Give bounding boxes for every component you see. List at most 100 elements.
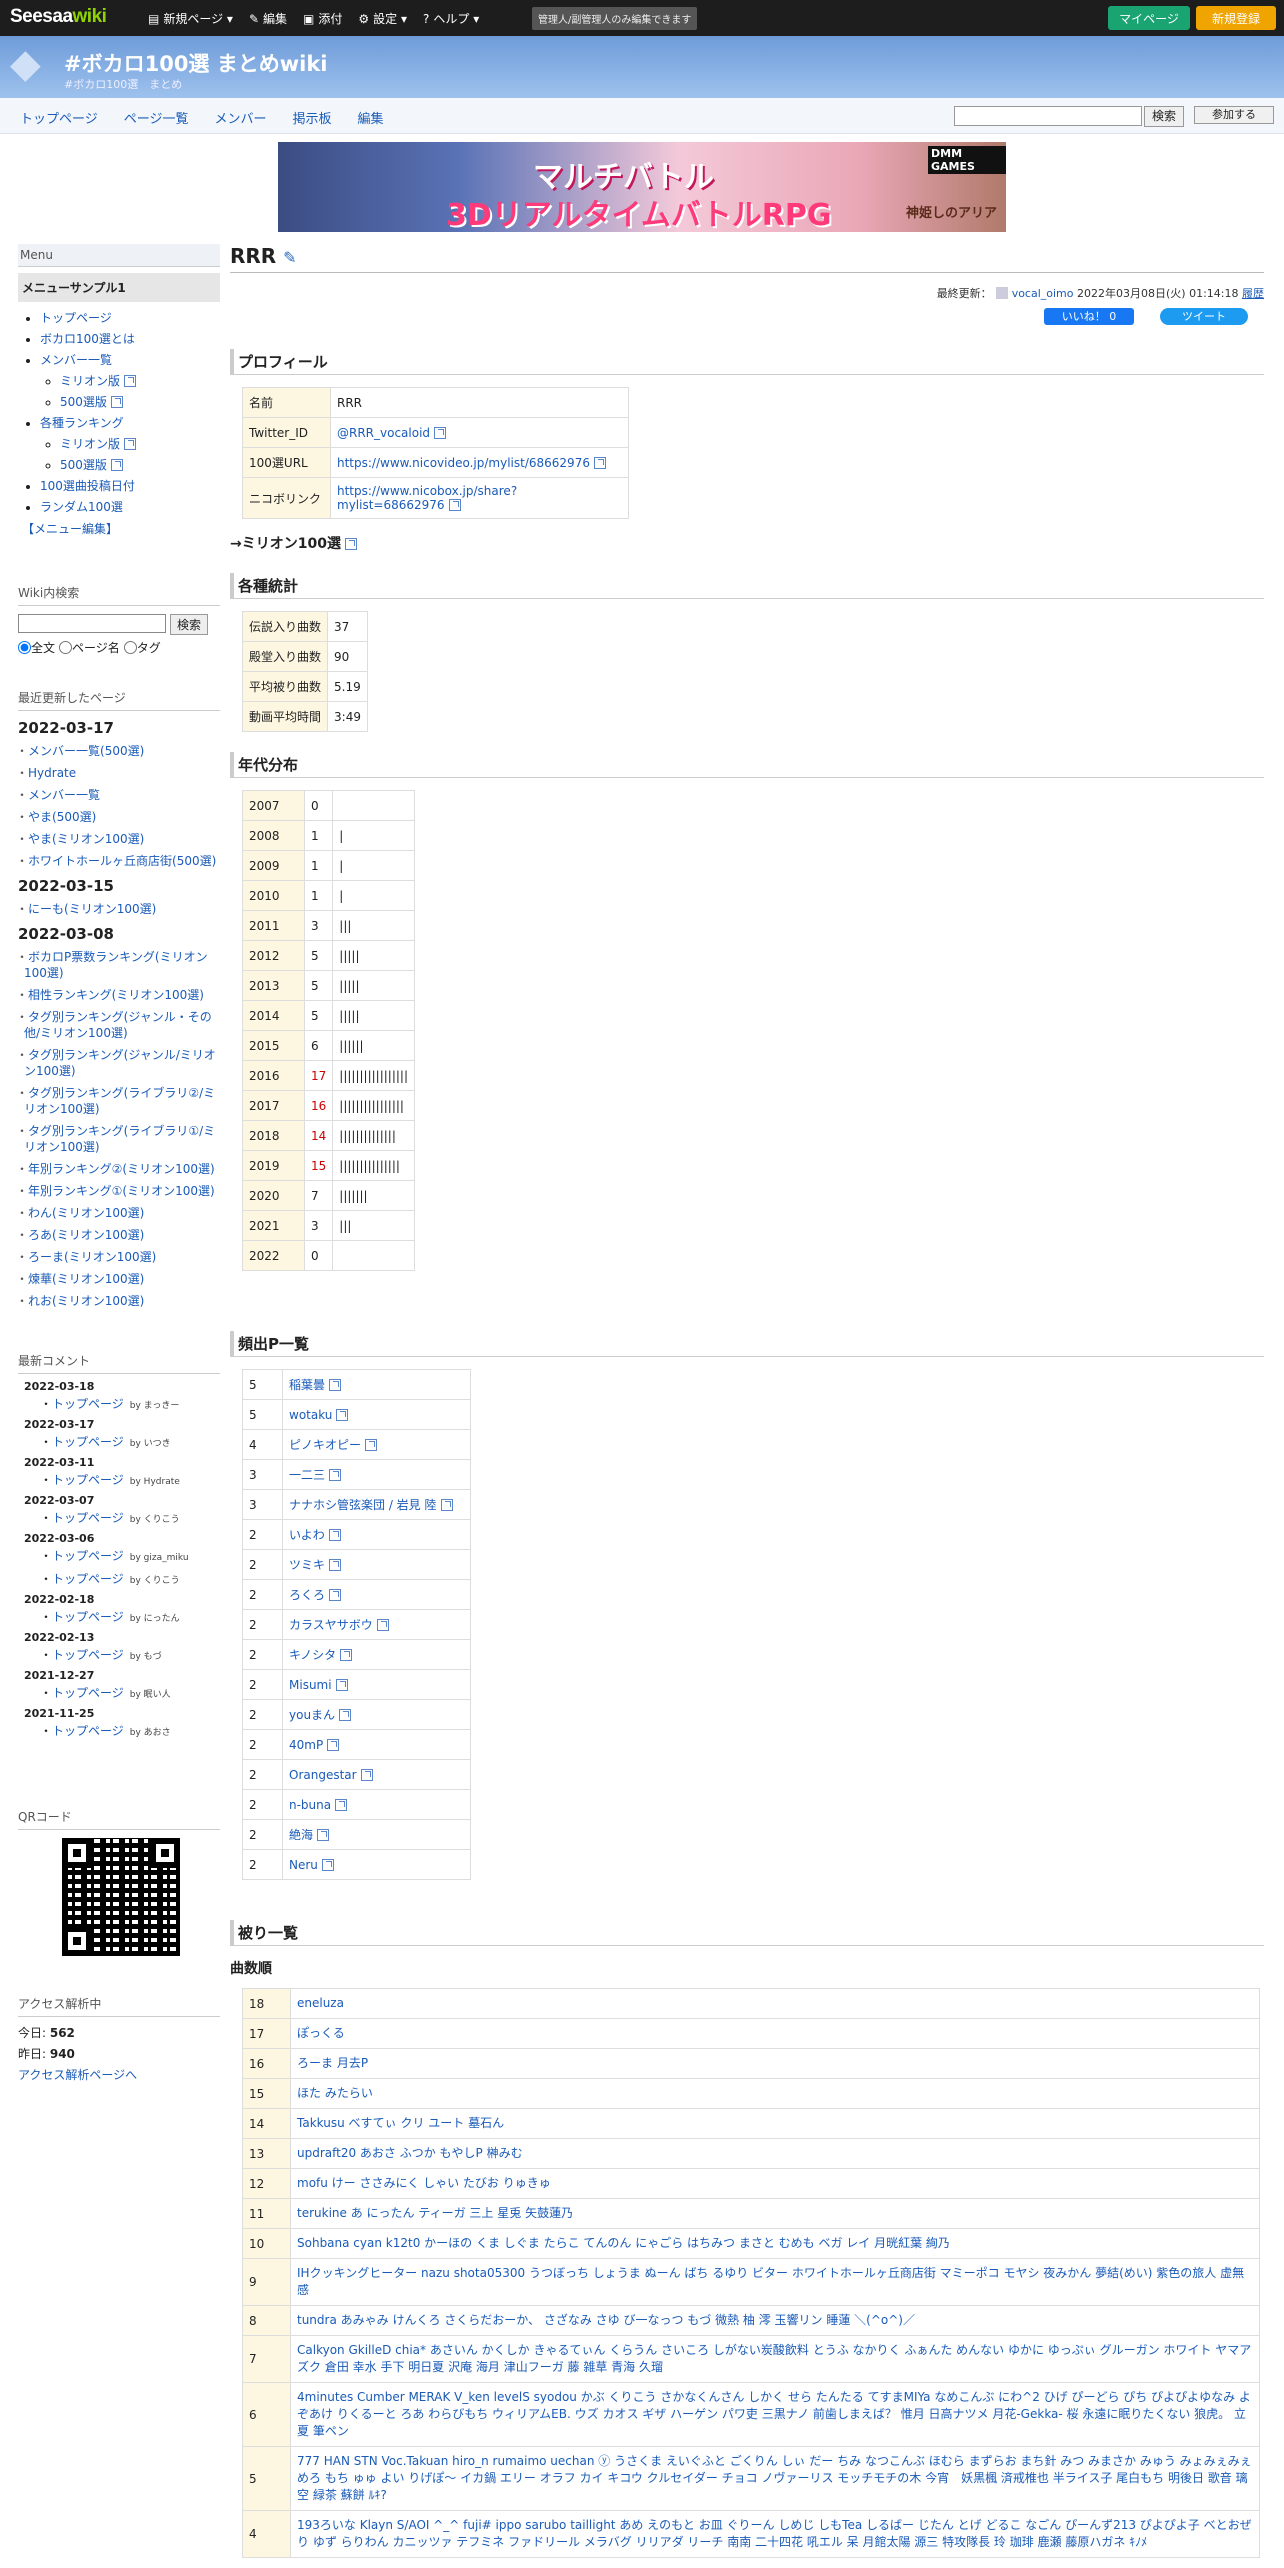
join-button[interactable]: 参加する — [1194, 106, 1274, 124]
wiki-search-input[interactable] — [18, 614, 166, 633]
overlap-member-links[interactable]: updraft20 あおさ ふつか もやしP 榊みむ — [297, 2146, 523, 2160]
producer-link[interactable]: 稲葉曇 — [289, 1378, 325, 1392]
nav-item[interactable]: ページ一覧 — [124, 108, 189, 127]
overlap-member-links[interactable]: 4minutes Cumber MERAK V_ken levelS syodo… — [297, 2390, 1251, 2438]
recent-item[interactable]: タグ別ランキング(ジャンル・その他/ミリオン100選) — [24, 1009, 220, 1041]
menu-item[interactable]: ミリオン版 — [60, 371, 220, 392]
menu-link[interactable]: トップページ — [40, 311, 112, 325]
recent-link[interactable]: ろあ(ミリオン100選) — [28, 1228, 144, 1242]
menu-item[interactable]: メンバー一覧 — [40, 350, 220, 371]
recent-item[interactable]: 年別ランキング①(ミリオン100選) — [24, 1183, 220, 1199]
comment-link[interactable]: トップページ — [52, 1397, 124, 1411]
recent-link[interactable]: 相性ランキング(ミリオン100選) — [28, 988, 204, 1002]
recent-item[interactable]: タグ別ランキング(ライブラリ①/ミリオン100選) — [24, 1123, 220, 1155]
overlap-member-links[interactable]: tundra あみゃみ けんくろ さくらだおーか、 さざなみ さゆ び一なっつ … — [297, 2313, 915, 2327]
recent-link[interactable]: ろーま(ミリオン100選) — [28, 1250, 156, 1264]
menu-link[interactable]: ボカロ100選とは — [40, 332, 135, 346]
comment-link[interactable]: トップページ — [52, 1610, 124, 1624]
search-scope-radio[interactable]: タグ — [123, 641, 161, 655]
overlap-member-links[interactable]: ほた みたらい — [297, 2086, 373, 2100]
recent-item[interactable]: タグ別ランキング(ジャンル/ミリオン100選) — [24, 1047, 220, 1079]
settings-menu[interactable]: ⚙ 設定 ▾ — [358, 10, 407, 27]
profile-link[interactable]: @RRR_vocaloid — [337, 426, 430, 440]
ad-banner[interactable]: マルチバトル 3DリアルタイムバトルRPG DMM GAMES 神姫しのアリア — [278, 142, 1006, 232]
menu-item[interactable]: 500選版 — [60, 392, 220, 413]
nav-item[interactable]: 編集 — [358, 108, 384, 127]
recent-item[interactable]: 年別ランキング②(ミリオン100選) — [24, 1161, 220, 1177]
nav-search-button[interactable]: 検索 — [1144, 106, 1184, 127]
recent-link[interactable]: にーも(ミリオン100選) — [28, 902, 156, 916]
recent-link[interactable]: れお(ミリオン100選) — [28, 1294, 144, 1308]
recent-link[interactable]: メンバー一覧 — [28, 788, 100, 802]
recent-item[interactable]: タグ別ランキング(ライブラリ②/ミリオン100選) — [24, 1085, 220, 1117]
producer-link[interactable]: 一二三 — [289, 1468, 325, 1482]
producer-link[interactable]: カラスヤサボウ — [289, 1618, 373, 1632]
producer-link[interactable]: ろくろ — [289, 1588, 325, 1602]
recent-link[interactable]: わん(ミリオン100選) — [28, 1206, 144, 1220]
recent-item[interactable]: 相性ランキング(ミリオン100選) — [24, 987, 220, 1003]
producer-link[interactable]: ツミキ — [289, 1558, 325, 1572]
producer-link[interactable]: キノシタ — [289, 1648, 336, 1662]
history-link[interactable]: 履歴 — [1242, 287, 1264, 300]
menu-link[interactable]: メンバー一覧 — [40, 353, 112, 367]
menu-item[interactable]: トップページ — [40, 308, 220, 329]
overlap-member-links[interactable]: ぽっくる — [297, 2026, 345, 2040]
overlap-member-links[interactable]: eneluza — [297, 1996, 344, 2010]
menu-link[interactable]: 各種ランキング — [40, 416, 124, 430]
recent-item[interactable]: ボカロP票数ランキング(ミリオン100選) — [24, 949, 220, 981]
menu-link[interactable]: ランダム100選 — [40, 500, 123, 514]
profile-link[interactable]: https://www.nicobox.jp/share?mylist=6866… — [337, 484, 517, 512]
comment-link[interactable]: トップページ — [52, 1648, 124, 1662]
mypage-button[interactable]: マイページ — [1108, 6, 1190, 30]
facebook-like-button[interactable]: いいね！ 0 — [1044, 308, 1134, 325]
nav-item[interactable]: メンバー — [215, 108, 267, 127]
overlap-member-links[interactable]: terukine あ にったん ティーガ 三上 星兎 矢鼓蓮乃 — [297, 2206, 573, 2220]
edit-menu[interactable]: ✎ 編集 — [249, 10, 287, 27]
wiki-title[interactable]: #ボカロ100選 まとめwiki — [64, 48, 328, 78]
recent-link[interactable]: タグ別ランキング(ジャンル/ミリオン100選) — [24, 1048, 216, 1078]
recent-item[interactable]: ろあ(ミリオン100選) — [24, 1227, 220, 1243]
tweet-button[interactable]: ツイート — [1160, 308, 1248, 325]
menu-link[interactable]: 500選版 — [60, 395, 107, 409]
recent-item[interactable]: ホワイトホールヶ丘商店街(500選) — [24, 853, 220, 869]
menu-link[interactable]: ミリオン版 — [60, 437, 120, 451]
wiki-search-button[interactable]: 検索 — [170, 614, 209, 635]
search-scope-radio[interactable]: 全文 — [18, 641, 55, 655]
overlap-member-links[interactable]: IHクッキングヒーター nazu shota05300 うつぼっち しょうま ぬ… — [297, 2266, 1244, 2297]
site-logo[interactable]: Seesaawiki — [10, 6, 107, 28]
recent-item[interactable]: 煉華(ミリオン100選) — [24, 1271, 220, 1287]
comment-link[interactable]: トップページ — [52, 1511, 124, 1525]
recent-item[interactable]: れお(ミリオン100選) — [24, 1293, 220, 1309]
recent-link[interactable]: タグ別ランキング(ライブラリ①/ミリオン100選) — [24, 1124, 215, 1154]
menu-item[interactable]: 500選版 — [60, 455, 220, 476]
recent-link[interactable]: メンバー一覧(500選) — [28, 744, 144, 758]
nav-search-input[interactable] — [954, 106, 1142, 126]
comment-link[interactable]: トップページ — [52, 1686, 124, 1700]
menu-item[interactable]: ボカロ100選とは — [40, 329, 220, 350]
signup-button[interactable]: 新規登録 — [1196, 6, 1276, 30]
nav-item[interactable]: トップページ — [20, 108, 98, 127]
recent-link[interactable]: タグ別ランキング(ジャンル・その他/ミリオン100選) — [24, 1010, 212, 1040]
recent-link[interactable]: 年別ランキング②(ミリオン100選) — [28, 1162, 215, 1176]
overlap-member-links[interactable]: 193ろいな Klayn S/AOI ^_^ fuji# ippo sarubo… — [297, 2518, 1252, 2549]
menu-item[interactable]: 各種ランキング — [40, 413, 220, 434]
overlap-member-links[interactable]: Takkusu べすてぃ クリ ユート 墓石ん — [297, 2116, 504, 2130]
menu-link[interactable]: 500選版 — [60, 458, 107, 472]
producer-link[interactable]: wotaku — [289, 1408, 332, 1422]
recent-item[interactable]: やま(500選) — [24, 809, 220, 825]
recent-item[interactable]: Hydrate — [24, 765, 220, 781]
edit-pencil-icon[interactable]: ✎ — [283, 248, 296, 267]
overlap-member-links[interactable]: 777 HAN STN Voc.Takuan hiro_n rumaimo ue… — [297, 2454, 1252, 2502]
comment-link[interactable]: トップページ — [52, 1572, 124, 1586]
recent-item[interactable]: メンバー一覧(500選) — [24, 743, 220, 759]
menu-item[interactable]: 100選曲投稿日付 — [40, 476, 220, 497]
comment-link[interactable]: トップページ — [52, 1435, 124, 1449]
comment-link[interactable]: トップページ — [52, 1549, 124, 1563]
new-page-menu[interactable]: ▤ 新規ページ ▾ — [148, 10, 233, 27]
recent-item[interactable]: メンバー一覧 — [24, 787, 220, 803]
producer-link[interactable]: n-buna — [289, 1798, 331, 1812]
recent-link[interactable]: やま(ミリオン100選) — [28, 832, 144, 846]
producer-link[interactable]: Orangestar — [289, 1768, 357, 1782]
overlap-member-links[interactable]: Calkyon GkilleD chia* あさいん かくしか きゃるてぃん く… — [297, 2343, 1251, 2374]
million-link[interactable]: →ミリオン100選 — [230, 533, 1264, 553]
